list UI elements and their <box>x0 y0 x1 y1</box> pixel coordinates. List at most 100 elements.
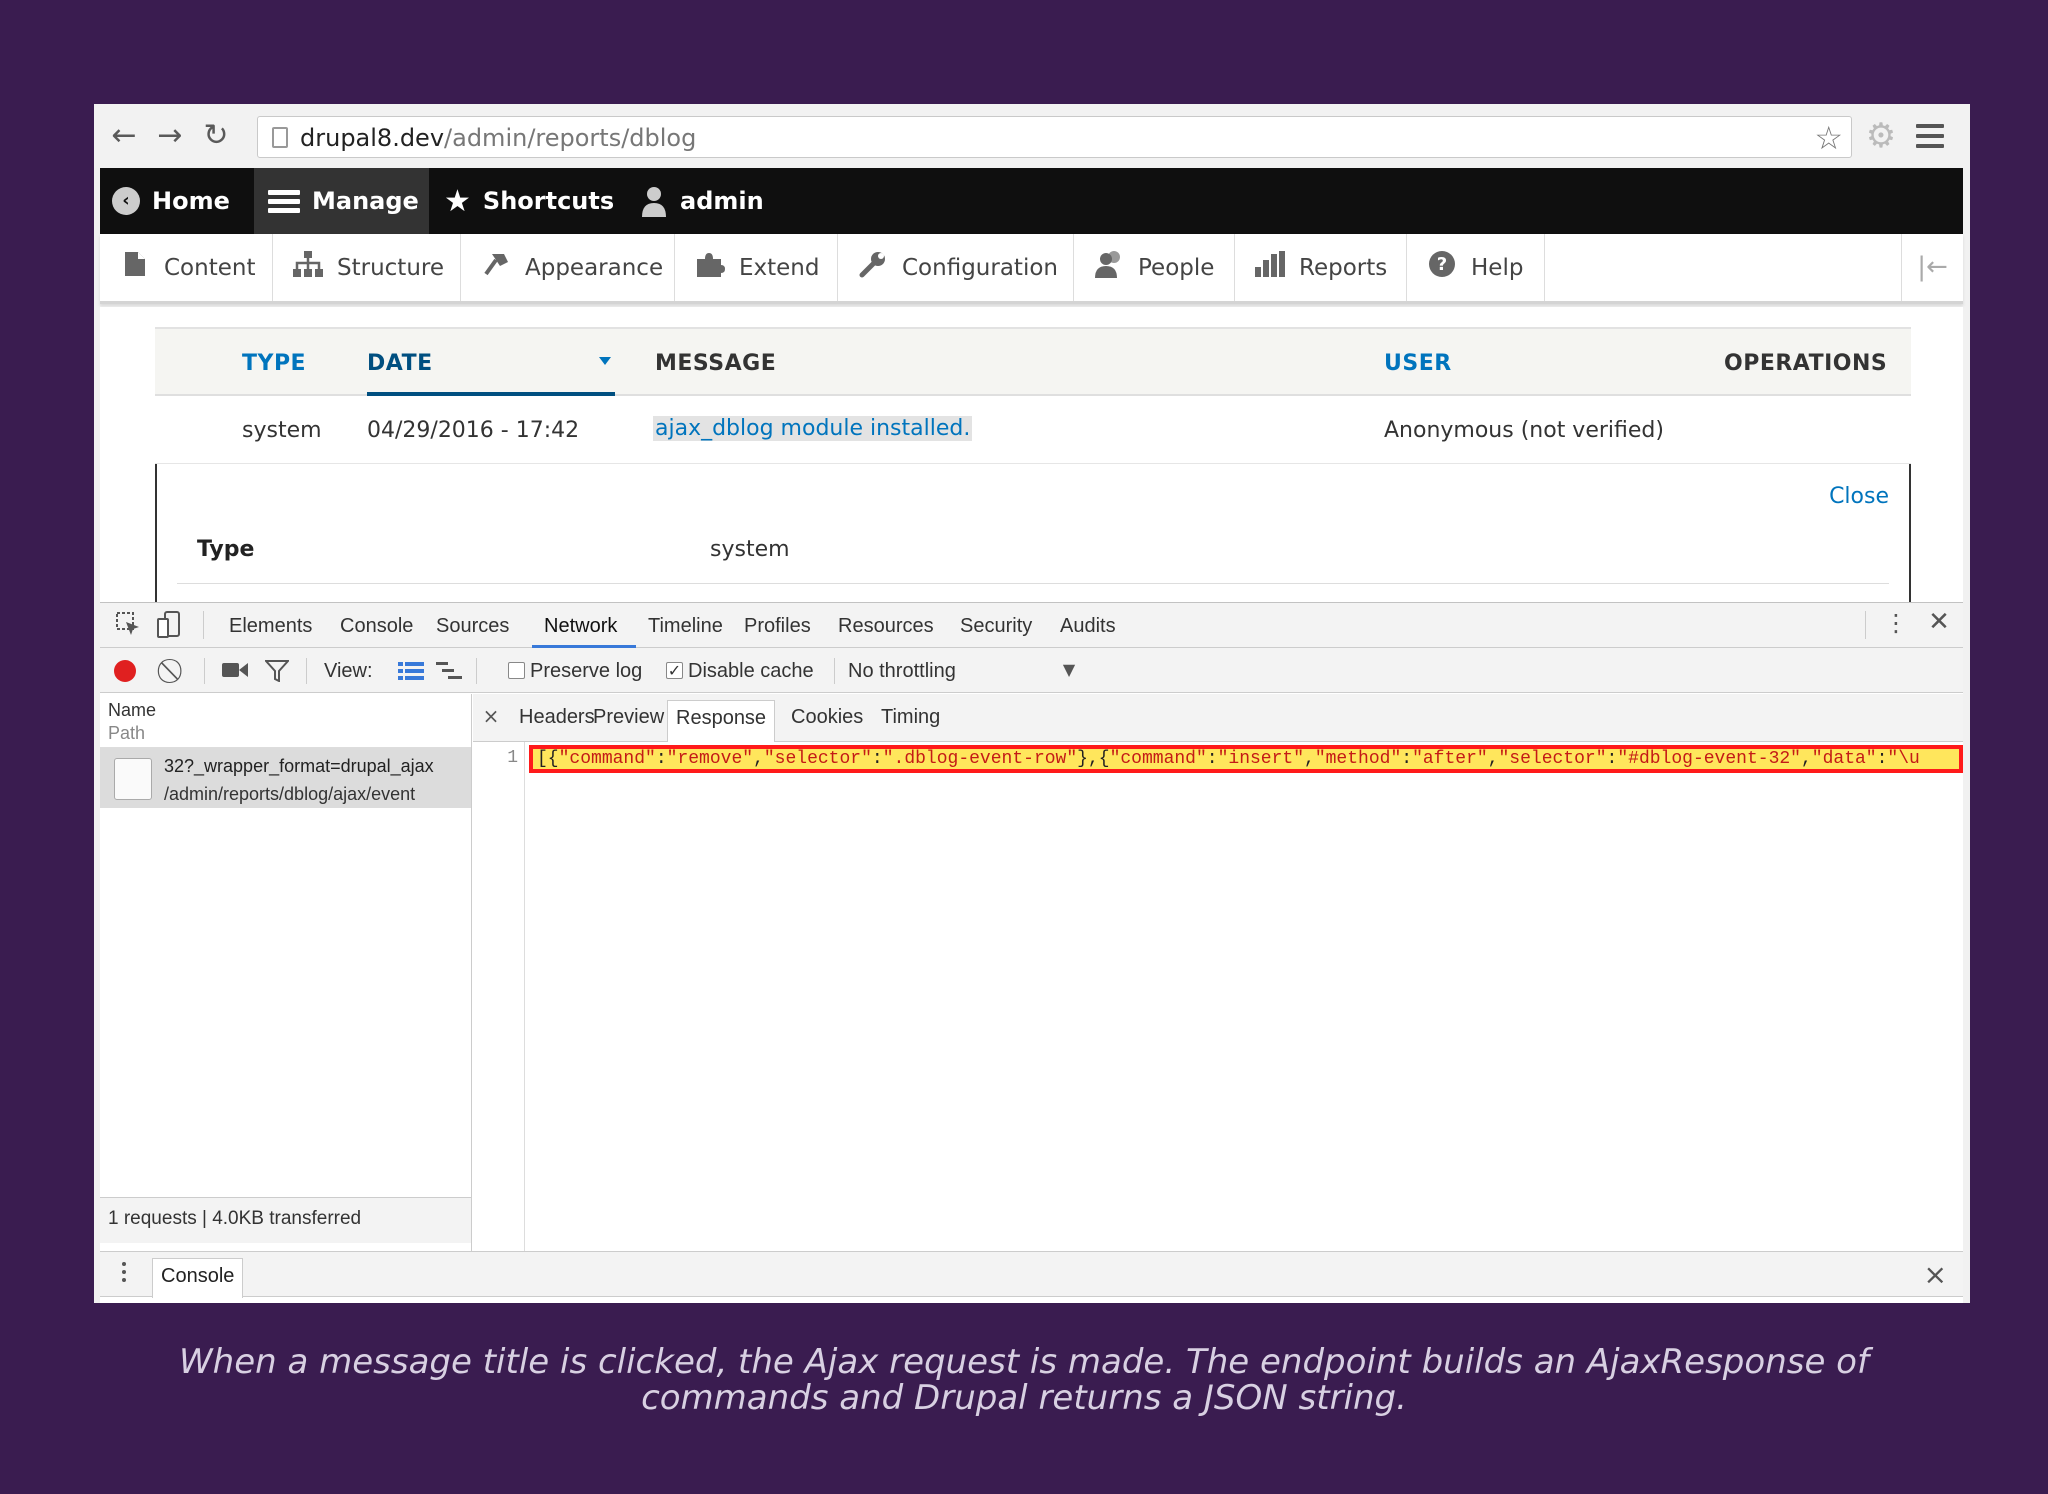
column-header-message: MESSAGE <box>655 351 777 376</box>
name-column-label[interactable]: Name <box>108 700 463 721</box>
dropdown-arrow-icon[interactable]: ▼ <box>1060 660 1078 679</box>
address-bar[interactable]: drupal8.dev/admin/reports/dblog ☆ <box>257 116 1852 158</box>
tray-item-label: Help <box>1471 254 1524 281</box>
divider <box>203 611 204 639</box>
list-view-icon[interactable] <box>398 661 424 685</box>
event-detail-panel: Close Type system <box>155 464 1911 604</box>
line-number-gutter: 1 <box>473 742 525 1251</box>
devtools-tab-sources[interactable]: Sources <box>436 615 509 638</box>
document-icon <box>120 251 150 284</box>
view-label: View: <box>324 660 373 682</box>
browser-window: ← → ↻ drupal8.dev/admin/reports/dblog ☆ … <box>94 104 1970 1303</box>
devtools-tab-security[interactable]: Security <box>960 615 1032 638</box>
browser-address-row: ← → ↻ drupal8.dev/admin/reports/dblog ☆ … <box>94 104 1970 168</box>
throttling-select[interactable]: No throttling <box>848 660 956 683</box>
sitemap-icon <box>293 251 323 284</box>
response-json-line[interactable]: [{"command":"remove","selector":".dblog-… <box>529 745 1963 773</box>
tab-preview[interactable]: Preview <box>591 706 666 729</box>
divider <box>306 658 307 684</box>
tray-item-content[interactable]: Content <box>100 234 273 301</box>
url-text[interactable]: drupal8.dev/admin/reports/dblog <box>300 124 696 152</box>
devtools-tab-timeline[interactable]: Timeline <box>648 615 723 638</box>
extension-gear-icon[interactable]: ⚙ <box>1861 116 1901 156</box>
divider <box>177 583 1889 584</box>
tray-item-configuration[interactable]: Configuration <box>838 234 1074 301</box>
drawer-menu-icon[interactable] <box>122 1262 128 1286</box>
cell-user: Anonymous (not verified) <box>1384 418 1664 443</box>
devtools-tab-console[interactable]: Console <box>340 615 413 638</box>
tray-item-label: Configuration <box>902 254 1058 281</box>
column-header-operations: OPERATIONS <box>1724 351 1888 376</box>
inspect-element-icon[interactable] <box>114 611 142 639</box>
preserve-log-label: Preserve log <box>530 660 643 682</box>
drupal-toolbar: ‹ Home Manage ★ Shortcuts admin <box>100 168 1963 234</box>
devtools-tab-bar: Elements Console Sources Network Timelin… <box>100 603 1963 648</box>
waterfall-view-icon[interactable] <box>436 661 462 685</box>
message-link[interactable]: ajax_dblog module installed. <box>653 416 973 441</box>
video-camera-icon[interactable] <box>222 660 248 684</box>
toolbar-manage[interactable]: Manage <box>254 168 429 234</box>
wrench-icon <box>858 250 888 285</box>
close-detail-icon[interactable]: × <box>481 704 501 728</box>
toolbar-user[interactable]: admin <box>640 168 764 234</box>
divider <box>1865 611 1866 639</box>
tray-item-reports[interactable]: Reports <box>1235 234 1407 301</box>
svg-text:?: ? <box>1437 254 1447 275</box>
puzzle-icon <box>695 251 725 284</box>
toolbar-home[interactable]: ‹ Home <box>112 168 252 234</box>
drawer-tab-console[interactable]: Console <box>152 1258 244 1298</box>
tray-item-label: Extend <box>739 254 820 281</box>
clear-icon[interactable]: ⃠ <box>162 656 188 684</box>
toolbar-shortcuts-label: Shortcuts <box>482 187 615 215</box>
tab-timing[interactable]: Timing <box>879 706 942 729</box>
back-arrow-icon[interactable]: ← <box>106 118 142 154</box>
column-header-user[interactable]: USER <box>1384 351 1452 376</box>
devtools-tab-network[interactable]: Network <box>544 615 617 638</box>
tray-item-help[interactable]: ? Help <box>1407 234 1545 301</box>
disable-cache-checkbox[interactable]: ✓ <box>666 662 683 679</box>
tab-headers[interactable]: Headers <box>517 706 597 729</box>
close-devtools-icon[interactable]: ✕ <box>1924 607 1954 637</box>
tray-item-people[interactable]: People <box>1074 234 1235 301</box>
toolbar-user-label: admin <box>680 187 764 215</box>
tab-response[interactable]: Response <box>667 700 776 742</box>
requests-panel: Name Path 32?_wrapper_format=drupal_ajax… <box>100 694 472 1251</box>
tray-item-appearance[interactable]: Appearance <box>461 234 675 301</box>
devtools-tab-audits[interactable]: Audits <box>1060 615 1116 638</box>
tab-cookies[interactable]: Cookies <box>789 706 865 729</box>
filter-icon[interactable] <box>263 660 291 686</box>
device-mode-icon[interactable] <box>156 611 182 639</box>
bookmark-star-icon[interactable]: ☆ <box>1814 119 1843 157</box>
preserve-log-checkbox[interactable] <box>508 662 525 679</box>
help-icon: ? <box>1427 250 1457 285</box>
dblog-table: TYPE DATE MESSAGE USER OPERATIONS system… <box>155 327 1911 604</box>
requests-header: Name Path <box>100 694 471 748</box>
close-link[interactable]: Close <box>1829 484 1889 509</box>
toolbar-shortcuts[interactable]: ★ Shortcuts <box>444 168 614 234</box>
detail-type-value: system <box>710 537 790 562</box>
tray-item-structure[interactable]: Structure <box>273 234 461 301</box>
forward-arrow-icon[interactable]: → <box>152 118 188 154</box>
disable-cache-label: Disable cache <box>688 660 814 682</box>
record-icon[interactable] <box>114 660 136 682</box>
page-icon <box>272 127 288 148</box>
request-name: 32?_wrapper_format=drupal_ajax <box>164 756 434 776</box>
browser-menu-icon[interactable] <box>1916 124 1944 150</box>
devtools-tab-profiles[interactable]: Profiles <box>744 615 811 638</box>
bar-chart-icon <box>1255 251 1285 284</box>
tray-item-extend[interactable]: Extend <box>675 234 838 301</box>
detail-type-label: Type <box>197 537 255 562</box>
kebab-menu-icon[interactable]: ⋮ <box>1884 609 1908 637</box>
reload-icon[interactable]: ↻ <box>198 118 234 154</box>
column-header-date[interactable]: DATE <box>367 351 433 376</box>
toolbar-manage-label: Manage <box>312 187 419 215</box>
close-drawer-icon[interactable]: × <box>1924 1258 1947 1291</box>
request-row[interactable]: 32?_wrapper_format=drupal_ajax /admin/re… <box>100 748 471 808</box>
paintbrush-icon <box>481 250 511 285</box>
devtools-tab-resources[interactable]: Resources <box>838 615 934 638</box>
toolbar-tray: Content Structure Appearance Extend Conf… <box>100 234 1963 304</box>
column-header-type[interactable]: TYPE <box>242 351 306 376</box>
back-circle-icon: ‹ <box>112 187 140 215</box>
collapse-tray-icon[interactable]: |← <box>1901 234 1963 301</box>
devtools-tab-elements[interactable]: Elements <box>229 615 312 638</box>
